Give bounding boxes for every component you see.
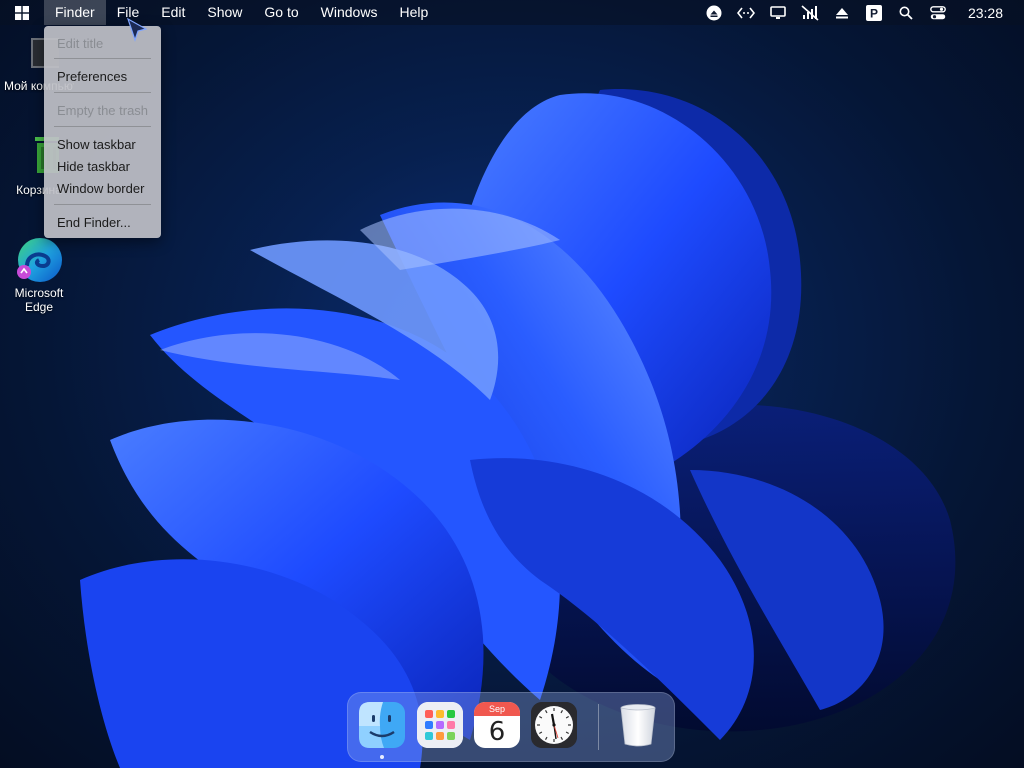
dock-app-calendar[interactable]: Sep 6 <box>474 702 520 748</box>
code-arrows-icon[interactable] <box>730 0 762 25</box>
dock-app-trash[interactable] <box>615 702 661 748</box>
edge-icon <box>17 238 62 282</box>
finder-icon <box>359 702 405 748</box>
dock-separator <box>598 704 599 750</box>
upload-circle-icon[interactable] <box>698 0 730 25</box>
control-center-icon[interactable] <box>922 0 954 25</box>
running-indicator <box>380 755 384 759</box>
dock-app-clock[interactable] <box>531 702 577 748</box>
menu-separator <box>54 126 151 127</box>
launchpad-icon <box>417 702 463 748</box>
menu-option-end-finder[interactable]: End Finder... <box>57 215 131 230</box>
menu-option-show-taskbar[interactable]: Show taskbar <box>57 137 136 152</box>
dock: Sep 6 <box>347 692 675 762</box>
menu-option-preferences[interactable]: Preferences <box>57 69 127 84</box>
menu-go-to[interactable]: Go to <box>253 0 309 25</box>
menu-option-empty-trash: Empty the trash <box>57 103 149 118</box>
finder-dropdown-menu: Edit title Preferences Empty the trash S… <box>44 26 161 238</box>
dock-app-finder[interactable] <box>359 702 405 748</box>
desktop-icon-label: Microsoft <box>14 286 64 300</box>
menu-option-hide-taskbar[interactable]: Hide taskbar <box>57 159 130 174</box>
menu-windows[interactable]: Windows <box>310 0 389 25</box>
menu-separator <box>54 58 151 59</box>
network-disabled-icon[interactable] <box>794 0 826 25</box>
top-menubar: Finder File Edit Show Go to Windows Help… <box>0 0 1024 25</box>
menu-show[interactable]: Show <box>196 0 253 25</box>
search-icon[interactable] <box>890 0 922 25</box>
system-tray: P 23:28 <box>698 0 1024 25</box>
clock[interactable]: 23:28 <box>954 5 1024 21</box>
menu-option-window-border[interactable]: Window border <box>57 181 144 196</box>
calendar-day: 6 <box>488 717 506 747</box>
monitor-icon[interactable] <box>762 0 794 25</box>
menu-edit[interactable]: Edit <box>150 0 196 25</box>
desktop-icon-microsoft-edge[interactable]: Microsoft Edge <box>4 236 74 314</box>
desktop-icon-label: Edge <box>24 300 54 314</box>
clock-icon <box>531 702 577 748</box>
menu-finder[interactable]: Finder <box>44 0 106 25</box>
menu-separator <box>54 92 151 93</box>
trash-icon <box>620 704 656 747</box>
eject-icon[interactable] <box>826 0 858 25</box>
parking-p-icon[interactable]: P <box>858 0 890 25</box>
calendar-month: Sep <box>474 702 520 716</box>
dock-app-launchpad[interactable] <box>417 702 463 748</box>
windows-logo-icon[interactable] <box>0 0 44 25</box>
menu-separator <box>54 204 151 205</box>
mouse-cursor-icon <box>126 17 148 42</box>
menu-help[interactable]: Help <box>388 0 439 25</box>
svg-text:P: P <box>870 6 878 20</box>
menu-option-edit-title: Edit title <box>57 36 104 51</box>
